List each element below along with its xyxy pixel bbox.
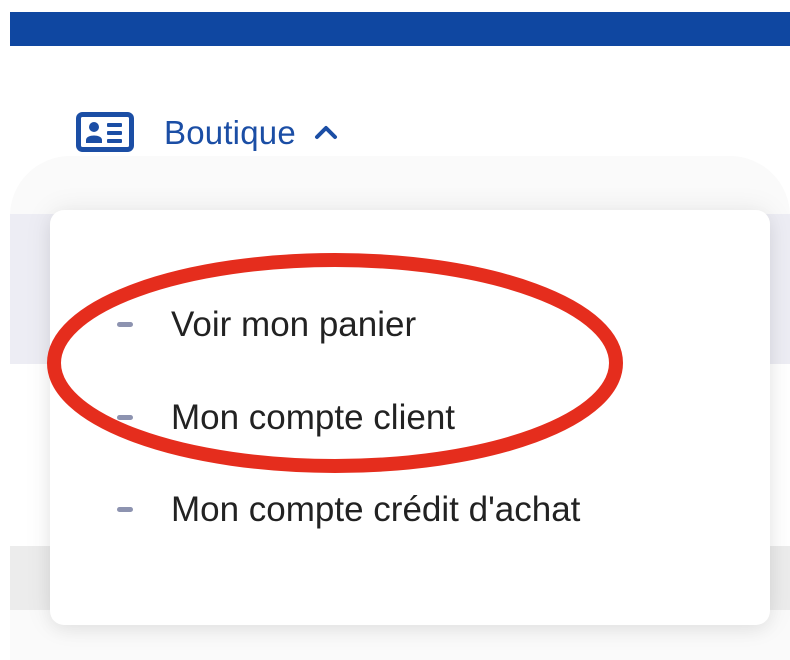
menu-item-label: Mon compte crédit d'achat	[171, 490, 581, 529]
dash-icon	[117, 322, 133, 327]
nav-boutique[interactable]: Boutique	[76, 110, 338, 154]
dash-icon	[117, 415, 133, 420]
chevron-up-icon[interactable]	[314, 124, 338, 140]
menu-item-label: Mon compte client	[171, 398, 456, 437]
menu-item-mon-compte-credit-dachat[interactable]: Mon compte crédit d'achat	[50, 486, 770, 534]
menu-item-mon-compte-client[interactable]: Mon compte client	[50, 394, 770, 442]
header-bar	[10, 12, 790, 46]
card-icon	[76, 112, 134, 152]
boutique-dropdown-menu: Voir mon panier Mon compte client Mon co…	[50, 210, 770, 625]
menu-item-label: Voir mon panier	[171, 305, 417, 344]
nav-label-boutique: Boutique	[164, 113, 296, 151]
dash-icon	[117, 507, 133, 512]
menu-item-voir-mon-panier[interactable]: Voir mon panier	[50, 301, 770, 349]
